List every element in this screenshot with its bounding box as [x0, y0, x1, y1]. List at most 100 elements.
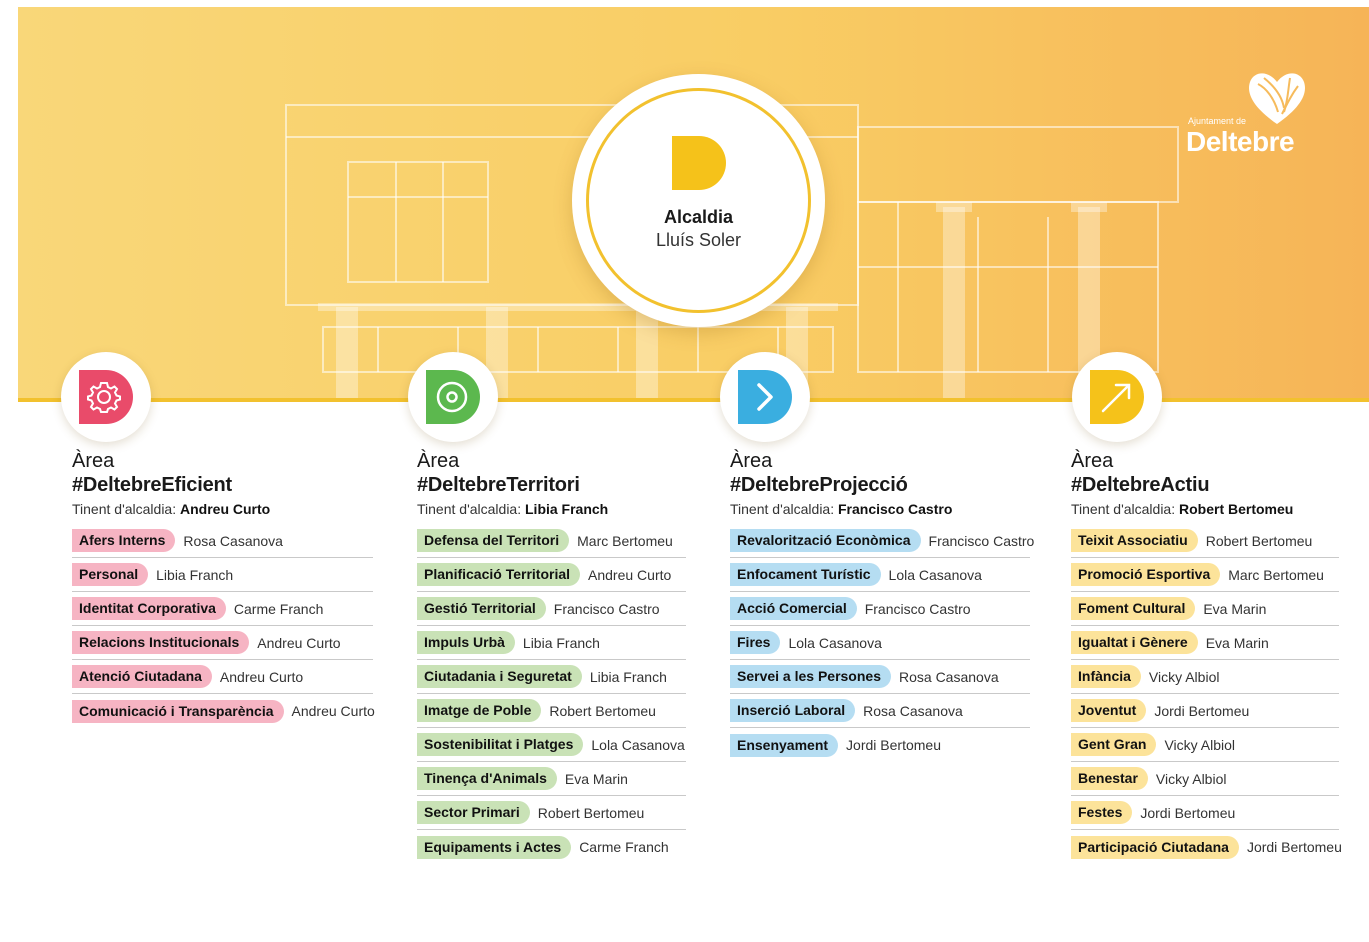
area-icon-territori [408, 352, 498, 442]
banner-divider [18, 398, 1369, 402]
deputy-label: Tinent d'alcaldia: [1071, 501, 1176, 517]
councillor-name: Vicky Albiol [1164, 736, 1236, 753]
list-item: Ciutadania i Seguretat Libia Franch [417, 660, 686, 694]
area-hashtag: #DeltebreProjecció [730, 474, 908, 496]
councillor-name: Andreu Curto [588, 566, 672, 583]
area-territori: Àrea #DeltebreTerritori Tinent d'alcaldi… [417, 449, 686, 864]
list-item: Comunicació i Transparència Andreu Curto [72, 694, 375, 728]
councillor-name: Eva Marin [1203, 600, 1267, 617]
area-deputy: Tinent d'alcaldia: Francisco Castro [730, 500, 1030, 518]
councillor-name: Libia Franch [156, 566, 234, 583]
area-label: Àrea [417, 450, 460, 472]
area-projeccio: Àrea #DeltebreProjecció Tinent d'alcaldi… [730, 449, 1034, 762]
area-icon-eficient [61, 352, 151, 442]
area-hashtag: #DeltebreEficient [72, 474, 232, 496]
portfolio-pill: Revalorització Econòmica [730, 529, 921, 552]
councillor-name: Andreu Curto [257, 634, 341, 651]
portfolio-pill: Gent Gran [1071, 733, 1157, 756]
list-item: Festes Jordi Bertomeu [1071, 796, 1339, 830]
portfolio-pill: Fires [730, 631, 781, 654]
councillor-name: Jordi Bertomeu [1246, 839, 1342, 855]
portfolio-pill: Igualtat i Gènere [1071, 631, 1198, 654]
letter-d-icon [672, 136, 726, 190]
list-item: Benestar Vicky Albiol [1071, 762, 1339, 796]
chevron-right-icon [738, 370, 792, 424]
councillor-name: Francisco Castro [864, 600, 971, 617]
deltebre-logo-mark-icon [1249, 73, 1305, 124]
area-actiu: Àrea #DeltebreActiu Tinent d'alcaldia: R… [1071, 449, 1342, 864]
councillor-name: Lola Casanova [591, 736, 685, 753]
list-item: Foment Cultural Eva Marin [1071, 592, 1339, 626]
list-item: Teixit Associatiu Robert Bertomeu [1071, 524, 1339, 558]
portfolio-pill: Afers Interns [72, 529, 176, 552]
area-hashtag: #DeltebreActiu [1071, 474, 1210, 496]
list-item: Afers Interns Rosa Casanova [72, 524, 373, 558]
councillor-name: Vicky Albiol [1148, 668, 1220, 685]
list-item: Identitat Corporativa Carme Franch [72, 592, 373, 626]
councillor-name: Rosa Casanova [899, 668, 999, 685]
portfolio-pill: Identitat Corporativa [72, 597, 226, 620]
portfolio-pill: Ensenyament [730, 733, 839, 757]
area-icon-projeccio [720, 352, 810, 442]
councillor-name: Lola Casanova [788, 634, 882, 651]
area-portfolio-list: Afers Interns Rosa Casanova Personal Libia… [72, 524, 375, 728]
portfolio-pill: Foment Cultural [1071, 597, 1196, 620]
area-eficient: Àrea #DeltebreEficient Tinent d'alcaldia… [72, 449, 375, 728]
list-item: Gent Gran Vicky Albiol [1071, 728, 1339, 762]
portfolio-pill: Tinença d'Animals [417, 767, 557, 790]
portfolio-pill: Ciutadania i Seguretat [417, 665, 582, 688]
portfolio-pill: Equipaments i Actes [417, 835, 572, 859]
councillor-name: Libia Franch [522, 634, 600, 651]
mayor-title: Alcaldia [663, 207, 734, 227]
list-item: Equipaments i Actes Carme Franch [417, 830, 686, 864]
portfolio-pill: Sostenibilitat i Platges [417, 733, 584, 756]
councillor-name: Libia Franch [589, 668, 667, 685]
list-item: Servei a les Persones Rosa Casanova [730, 660, 1030, 694]
councillor-name: Robert Bertomeu [537, 804, 645, 821]
area-label: Àrea [72, 450, 115, 472]
portfolio-pill: Impuls Urbà [417, 631, 515, 654]
area-deputy: Tinent d'alcaldia: Libia Franch [417, 500, 686, 518]
list-item: Participació Ciutadana Jordi Bertomeu [1071, 830, 1342, 864]
list-item: Revalorització Econòmica Francisco Castro [730, 524, 1034, 558]
portfolio-pill: Personal [72, 563, 149, 586]
councillor-name: Francisco Castro [553, 600, 660, 617]
councillor-name: Andreu Curto [291, 703, 375, 719]
councillor-name: Jordi Bertomeu [1140, 804, 1236, 821]
portfolio-pill: Inserció Laboral [730, 699, 856, 722]
portfolio-pill: Imatge de Poble [417, 699, 542, 722]
area-hashtag: #DeltebreTerritori [417, 474, 580, 496]
deltebre-logo: Ajuntament de Deltebre [1186, 68, 1316, 158]
portfolio-pill: Defensa del Territori [417, 529, 570, 552]
portfolio-pill: Servei a les Persones [730, 665, 891, 688]
portfolio-pill: Promoció Esportiva [1071, 563, 1221, 586]
list-item: Tinença d'Animals Eva Marin [417, 762, 686, 796]
councillor-name: Carme Franch [233, 600, 324, 617]
councillor-name: Eva Marin [564, 770, 628, 787]
councillor-name: Rosa Casanova [863, 702, 963, 719]
portfolio-pill: Planificació Territorial [417, 563, 581, 586]
list-item: Impuls Urbà Libia Franch [417, 626, 686, 660]
deputy-label: Tinent d'alcaldia: [417, 501, 522, 517]
portfolio-pill: Sector Primari [417, 801, 530, 824]
list-item: Imatge de Poble Robert Bertomeu [417, 694, 686, 728]
area-label: Àrea [730, 450, 773, 472]
logo-subtitle: Ajuntament de [1188, 116, 1247, 126]
councillor-name: Carme Franch [579, 839, 669, 855]
target-icon [426, 370, 480, 424]
deputy-name: Libia Franch [525, 501, 609, 517]
mayor-ring [586, 88, 811, 313]
portfolio-pill: Enfocament Turístic [730, 563, 881, 586]
deputy-name: Robert Bertomeu [1179, 501, 1294, 517]
list-item: Defensa del Territori Marc Bertomeu [417, 524, 686, 558]
portfolio-pill: Infància [1071, 665, 1141, 688]
councillor-name: Andreu Curto [219, 668, 304, 685]
list-item: Igualtat i Gènere Eva Marin [1071, 626, 1339, 660]
list-item: Gestió Territorial Francisco Castro [417, 592, 686, 626]
portfolio-pill: Atenció Ciutadana [72, 665, 212, 688]
deputy-label: Tinent d'alcaldia: [72, 501, 177, 517]
portfolio-pill: Joventut [1071, 699, 1147, 722]
list-item: Enfocament Turístic Lola Casanova [730, 558, 1030, 592]
list-item: Sostenibilitat i Platges Lola Casanova [417, 728, 686, 762]
list-item: Inserció Laboral Rosa Casanova [730, 694, 1030, 728]
